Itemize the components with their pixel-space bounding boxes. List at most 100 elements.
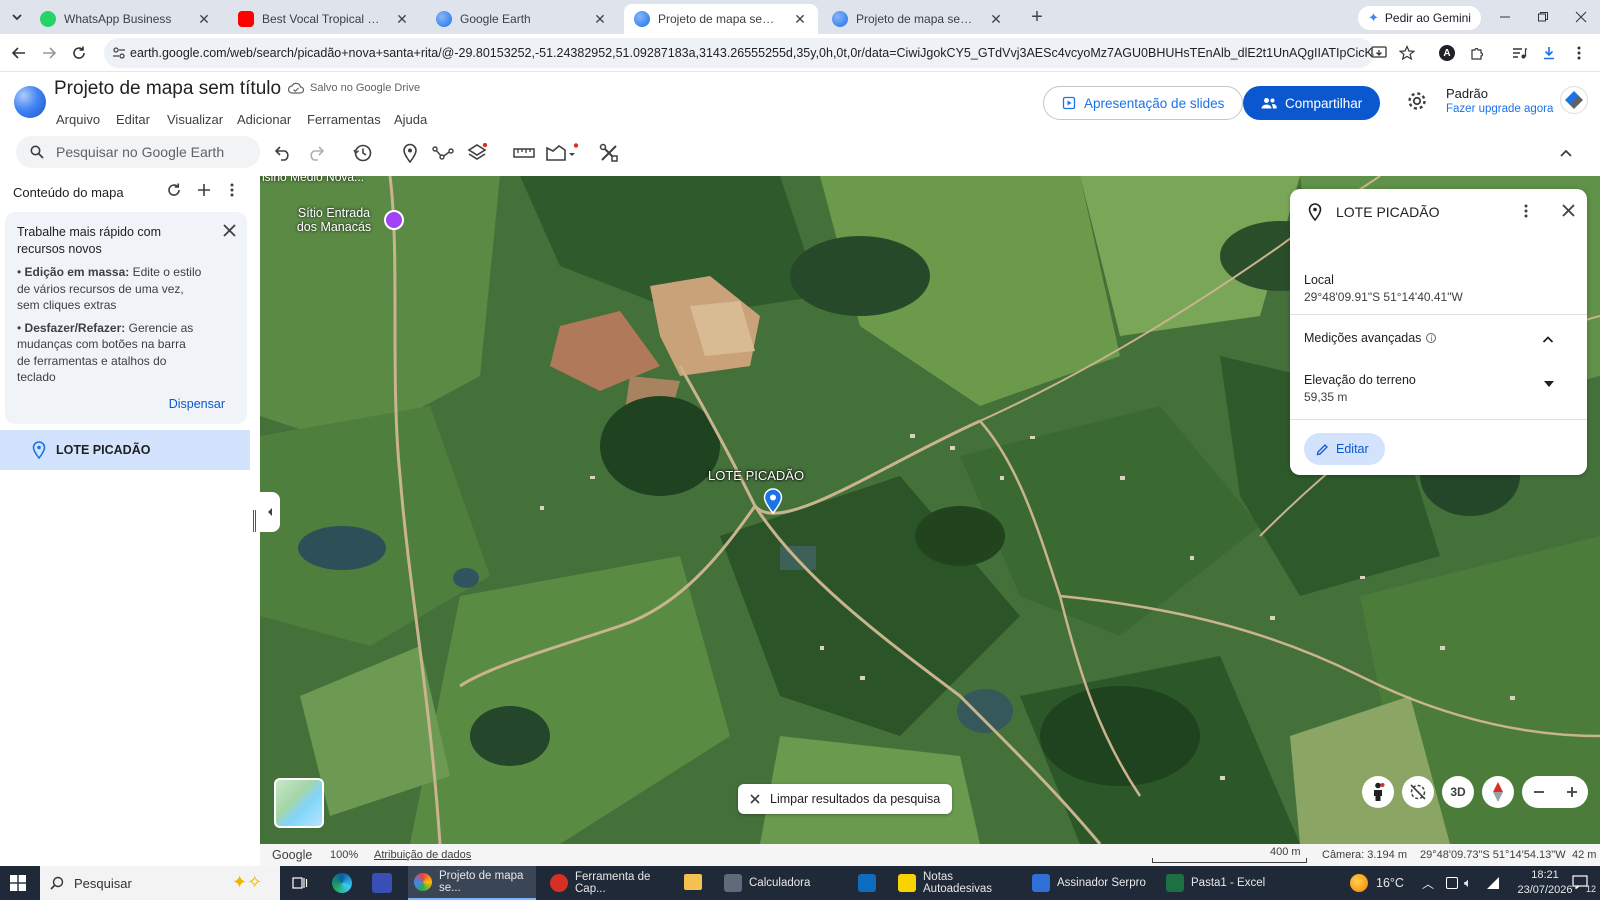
close-icon[interactable]: ✕	[792, 11, 808, 27]
tab-projeto-active[interactable]: Projeto de mapa sem título – G ✕	[624, 4, 818, 34]
tab-google-earth[interactable]: Google Earth ✕	[426, 4, 618, 34]
street-view-pegman-icon[interactable]	[1362, 776, 1394, 808]
profile-avatar-icon[interactable]: A	[1436, 42, 1458, 64]
address-bar[interactable]: earth.google.com/web/search/picadão+nova…	[104, 38, 1374, 68]
google-earth-logo-icon[interactable]	[14, 86, 46, 118]
clear-search-chip[interactable]: Limpar resultados da pesquisa	[738, 784, 953, 814]
info-circle-icon[interactable]: i	[1426, 333, 1437, 343]
tray-chevron-up-icon[interactable]: ︿	[1422, 875, 1434, 892]
file-explorer-icon[interactable]	[684, 874, 702, 890]
settings-gear-icon[interactable]	[1406, 90, 1428, 112]
site-info-icon[interactable]	[112, 46, 126, 60]
outlook-icon[interactable]	[858, 874, 876, 892]
compass-icon[interactable]	[1482, 776, 1514, 808]
upgrade-link[interactable]: Fazer upgrade agora	[1446, 103, 1553, 115]
tools-icon[interactable]	[597, 141, 621, 165]
menu-ajuda[interactable]: Ajuda	[394, 112, 427, 127]
zoom-in-icon[interactable]	[1565, 785, 1579, 799]
windows-start-icon[interactable]	[10, 875, 26, 891]
placemark-pin-icon[interactable]	[763, 488, 783, 514]
history-icon[interactable]	[351, 141, 375, 165]
close-window-icon[interactable]	[1570, 6, 1592, 28]
close-icon[interactable]: ✕	[988, 11, 1004, 27]
project-title[interactable]: Projeto de mapa sem título	[54, 78, 281, 100]
tab-projeto-2[interactable]: Projeto de mapa sem título – G ✕	[822, 4, 1014, 34]
task-view-icon[interactable]	[292, 875, 308, 891]
draw-path-icon[interactable]	[431, 141, 455, 165]
menu-editar[interactable]: Editar	[116, 112, 150, 127]
forward-arrow-icon[interactable]	[38, 42, 60, 64]
menu-arquivo[interactable]: Arquivo	[56, 112, 100, 127]
install-app-icon[interactable]	[1368, 42, 1390, 64]
toggle-3d-button[interactable]: 3D	[1442, 776, 1474, 808]
layers-icon[interactable]	[465, 141, 489, 165]
zoom-out-icon[interactable]	[1532, 785, 1546, 799]
bookmark-star-icon[interactable]	[1396, 42, 1418, 64]
dismiss-button[interactable]: Dispensar	[169, 396, 225, 413]
chevron-up-icon[interactable]	[1542, 335, 1554, 343]
tray-device-icon[interactable]	[1446, 877, 1458, 889]
collapse-sidebar-button[interactable]	[260, 492, 280, 532]
edit-button[interactable]: Editar	[1304, 433, 1385, 465]
add-plus-icon[interactable]	[196, 182, 212, 198]
back-arrow-icon[interactable]	[8, 42, 30, 64]
taskbar-search-box[interactable]: Pesquisar ✦✧	[40, 866, 280, 900]
tilt-off-icon[interactable]	[1402, 776, 1434, 808]
refresh-icon[interactable]	[166, 182, 182, 198]
sidebar-more-icon[interactable]	[230, 182, 234, 198]
browser-menu-icon[interactable]	[1568, 42, 1590, 64]
tab-search-chevron-icon[interactable]	[6, 6, 28, 28]
network-icon[interactable]	[1486, 876, 1500, 890]
taskbar-app-snipping[interactable]: Ferramenta de Cap...	[544, 866, 672, 900]
close-icon[interactable]: ✕	[196, 11, 212, 27]
earth-search-input[interactable]: Pesquisar no Google Earth	[16, 136, 260, 168]
media-control-icon[interactable]	[1508, 42, 1530, 64]
taskbar-app-excel[interactable]: Pasta1 - Excel	[1160, 866, 1288, 900]
taskbar-app-serpro[interactable]: Assinador Serpro	[1026, 866, 1154, 900]
sidebar-item-lote-picadao[interactable]: LOTE PICADÃO	[0, 430, 250, 470]
app-launcher-icon[interactable]	[372, 873, 392, 893]
tab-youtube[interactable]: Best Vocal Tropical Deep House ✕	[228, 4, 420, 34]
tab-whatsapp[interactable]: WhatsApp Business ✕	[30, 4, 222, 34]
poi-label-school[interactable]: nsino Médio Nova...	[260, 176, 364, 184]
share-button[interactable]: Compartilhar	[1243, 86, 1381, 120]
info-panel-title[interactable]: LOTE PICADÃO	[1336, 204, 1439, 220]
advanced-measurements-header[interactable]: Medições avançadas i	[1304, 331, 1437, 345]
undo-icon[interactable]	[271, 141, 295, 165]
close-icon[interactable]: ✕	[394, 11, 410, 27]
placemark-label[interactable]: LOTE PICADÃO	[708, 468, 804, 483]
taskbar-app-sticky-notes[interactable]: Notas Autoadesivas	[892, 866, 1020, 900]
menu-adicionar[interactable]: Adicionar	[237, 112, 291, 127]
menu-visualizar[interactable]: Visualizar	[167, 112, 223, 127]
slides-button[interactable]: Apresentação de slides	[1043, 86, 1244, 120]
new-tab-plus-icon[interactable]: +	[1026, 6, 1048, 28]
extensions-puzzle-icon[interactable]	[1466, 42, 1488, 64]
minimize-icon[interactable]	[1494, 6, 1516, 28]
poi-label-sitio[interactable]: Sítio Entrada dos Manacás	[294, 206, 374, 234]
restore-icon[interactable]	[1532, 6, 1554, 28]
edge-browser-icon[interactable]	[332, 873, 352, 893]
map-style-thumbnail[interactable]	[274, 778, 324, 828]
reload-icon[interactable]	[68, 42, 90, 64]
poi-camera-icon[interactable]	[384, 210, 404, 230]
taskbar-app-calculator[interactable]: Calculadora	[718, 866, 846, 900]
collapse-toolbar-chevron-icon[interactable]	[1554, 141, 1578, 165]
add-placemark-icon[interactable]	[398, 141, 422, 165]
taskbar-app-earth[interactable]: Projeto de mapa se...	[408, 866, 536, 900]
elevation-dropdown-icon[interactable]	[1544, 381, 1554, 387]
info-more-icon[interactable]	[1524, 203, 1528, 219]
volume-icon[interactable]: 🔈︎	[1464, 875, 1472, 891]
close-tip-icon[interactable]	[223, 224, 236, 237]
sidebar-resize-handle[interactable]	[253, 510, 256, 532]
measure-ruler-icon[interactable]	[512, 141, 536, 165]
close-panel-icon[interactable]	[1562, 204, 1575, 217]
account-avatar[interactable]	[1560, 86, 1588, 114]
gemini-button[interactable]: ✦ Pedir ao Gemini	[1358, 6, 1481, 30]
redo-icon[interactable]	[304, 141, 328, 165]
weather-icon[interactable]	[1350, 874, 1368, 892]
download-icon[interactable]	[1538, 42, 1560, 64]
clock-date[interactable]: 23/07/2026	[1515, 884, 1575, 896]
close-icon[interactable]: ✕	[592, 11, 608, 27]
clock-time[interactable]: 18:21	[1515, 869, 1575, 881]
data-attribution-link[interactable]: Atribuição de dados	[374, 849, 471, 861]
